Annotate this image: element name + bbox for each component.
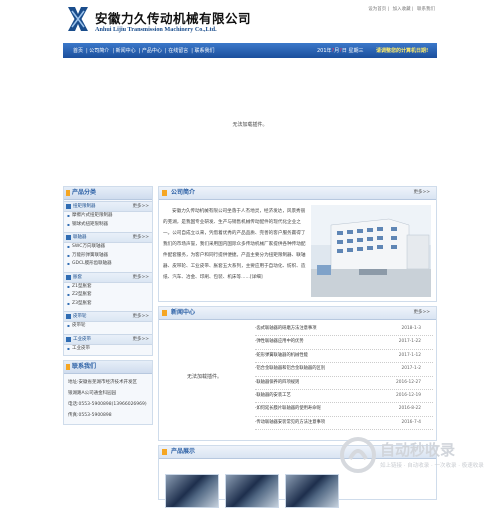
category-torque-limiter[interactable]: 扭矩限制器 更多>>	[64, 201, 152, 212]
contact-line: 传真:0553-5900898	[68, 413, 112, 418]
flash-banner-placeholder: 无法加载插件。	[232, 122, 268, 128]
news-title: 新闻中心	[171, 309, 196, 316]
nav-contact[interactable]: 联系我们	[194, 48, 214, 54]
main-nav: 首页 | 公司简介 | 新闻中心 | 产品中心 | 在线留言 | 联系我们 201年?月?…	[63, 43, 437, 58]
add-favorite-link[interactable]: 加入收藏	[393, 7, 411, 12]
nav-products[interactable]: 产品中心	[142, 48, 162, 54]
company-name-en: Anhui Lijiu Transmission Machinery Co.,L…	[95, 26, 217, 33]
contact-box: 联系我们 地址:安徽省芜湖市经济技术开发区 银湖路A公司通金科园园 电话:055…	[63, 360, 153, 425]
products-title: 产品展示	[171, 448, 196, 455]
product-image[interactable]	[165, 474, 219, 508]
nav-about[interactable]: 公司简介	[89, 48, 109, 54]
news-item[interactable]: ·蛇形弹簧联轴器的机械性能 2017-1-12	[255, 350, 433, 364]
news-more-link[interactable]: 更多>>	[413, 307, 430, 319]
product-category-box: 产品分类 扭矩限制器更多>> 摩擦片式扭矩限制器 钢球式扭矩限制器 联轴器更多>…	[63, 186, 153, 356]
category-industrial-belt[interactable]: 工业皮带 更多>>	[64, 333, 152, 345]
news-flash-placeholder: 无法加载插件。	[187, 374, 223, 380]
category-sleeve[interactable]: 胀套 更多>>	[64, 271, 152, 283]
contact-title: 联系我们	[64, 361, 152, 374]
factory-building-image	[311, 205, 431, 297]
news-item[interactable]: ·联轴器的安装工艺 2016-12-19	[255, 390, 433, 404]
contact-line: 地址:安徽省芜湖市经济技术开发区	[68, 380, 138, 385]
company-logo-icon[interactable]	[66, 5, 90, 33]
set-homepage-link[interactable]: 设为首页	[368, 7, 386, 12]
news-item[interactable]: ·如何延长膜片联轴器的使用寿命呢 2016-8-22	[255, 403, 433, 417]
news-item[interactable]: ·联轴器保养的四项规则 2016-12-27	[255, 377, 433, 390]
news-list: ·齿式联轴器的研磨方法注意事项 2018-1-3 ·弹性联轴器应用中的优势 2017…	[255, 323, 433, 431]
sub-item[interactable]: SWC万向联轴器	[64, 243, 152, 252]
sidebar: 产品分类 扭矩限制器更多>> 摩擦片式扭矩限制器 钢球式扭矩限制器 联轴器更多>…	[63, 186, 153, 429]
news-item[interactable]: ·齿式联轴器的研磨方法注意事项 2018-1-3	[255, 323, 433, 337]
nav-home[interactable]: 首页	[73, 48, 83, 54]
category-coupling[interactable]: 联轴器 更多>>	[64, 232, 152, 243]
sub-item[interactable]: GDCL膜形齿联轴器	[64, 260, 152, 269]
about-panel: 公司简介 更多>> 安徽力久传动机械有限公司坐落于人杰地灵，经济发达，风景秀丽的芜…	[158, 186, 437, 302]
news-item[interactable]: ·弹性联轴器应用中的优势 2017-1-22	[255, 336, 433, 350]
product-image[interactable]	[225, 474, 279, 508]
watermark-title: 自动秒收录	[380, 441, 456, 459]
page: 安徽力久传动机械有限公司 Anhui Lijiu Transmission Ma…	[63, 0, 437, 508]
sub-item[interactable]: 工业皮带	[64, 345, 152, 354]
news-panel: 新闻中心 更多>> 无法加载插件。 ·齿式联轴器的研磨方法注意事项 2018-1-3…	[158, 306, 437, 441]
top-links: 设为首页 | 加入收藏 | 联系我们	[368, 7, 435, 12]
date-warning: 请调整您的计算机日期!	[376, 48, 429, 54]
nav-message[interactable]: 在线留言	[168, 48, 188, 54]
watermark-subtitle: 如上链接 · 自动收录 · 一次收录 · 极速收录	[380, 463, 484, 469]
news-item[interactable]: ·传动联轴器安装常见的方法注意事项 2016-7-4	[255, 417, 433, 431]
about-title: 公司简介	[171, 189, 196, 196]
about-text: 安徽力久传动机械有限公司坐落于人杰地灵，经济发达，风景秀丽的芜湖，是我国专业研发…	[163, 209, 306, 280]
news-item[interactable]: ·铝合金联轴器和铝合金联轴器的区别 2017-1-2	[255, 363, 433, 377]
nav-date: 201年?月?日 星期三	[317, 48, 364, 54]
nav-news[interactable]: 新闻中心	[116, 48, 136, 54]
sub-item[interactable]: 皮带轮	[64, 322, 152, 331]
header: 安徽力久传动机械有限公司 Anhui Lijiu Transmission Ma…	[63, 0, 437, 42]
sub-item[interactable]: 钢球式扭矩限制器	[64, 221, 152, 230]
about-more-link[interactable]: 更多>>	[413, 187, 430, 199]
watermark-logo-icon	[340, 437, 376, 473]
contact-us-link[interactable]: 联系我们	[417, 7, 435, 12]
sub-item[interactable]: Z1型胀套	[64, 283, 152, 292]
company-name-cn: 安徽力久传动机械有限公司	[95, 11, 252, 26]
sub-item[interactable]: 摩擦片式扭矩限制器	[64, 212, 152, 221]
sub-item[interactable]: Z3型胀套	[64, 300, 152, 309]
contact-line: 电话:0553-5900898(13966026969)	[68, 402, 147, 407]
contact-line: 银湖路A公司通金科园园	[68, 391, 117, 396]
sub-item[interactable]: 万能形弹簧联轴器	[64, 252, 152, 261]
category-pulley[interactable]: 皮带轮 更多>>	[64, 311, 152, 322]
product-category-title: 产品分类	[64, 187, 152, 200]
product-image[interactable]	[285, 474, 339, 508]
watermark: 自动秒收录 如上链接 · 自动收录 · 一次收录 · 极速收录	[340, 437, 490, 473]
sub-item[interactable]: Z2型胀套	[64, 291, 152, 300]
